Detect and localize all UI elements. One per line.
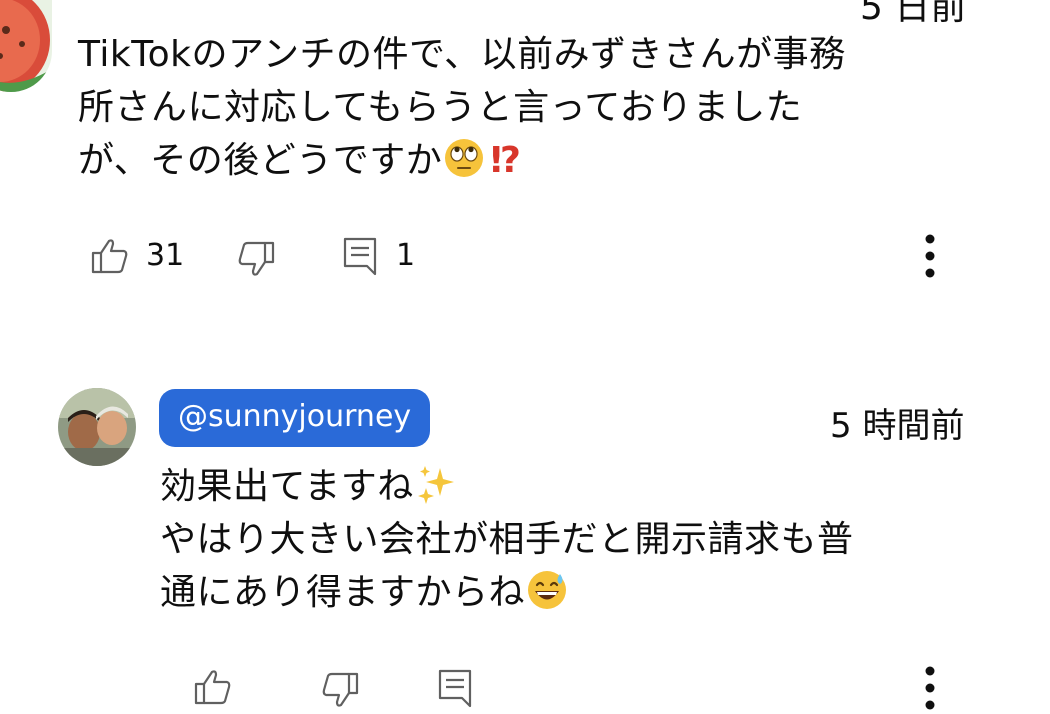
comment-text: TikTokのアンチの件で、以前みずきさんが事務 所さんに対応してもらうと言って… — [78, 28, 998, 187]
svg-text:?: ? — [500, 140, 521, 178]
interrobang-emoji: !? — [488, 140, 521, 178]
reply-text: 効果出てますね やはり大きい会社が相手だと開示請求も普 通にあり得ますからね — [160, 460, 1020, 619]
thumbs-down-icon[interactable] — [236, 240, 276, 278]
comment-line: が、その後どうですか!? — [78, 134, 998, 187]
rolling-eyes-emoji — [445, 139, 484, 177]
reply-line: 通にあり得ますからね — [160, 566, 1020, 619]
reply-line-text: 通にあり得ますからね — [160, 572, 526, 613]
comment-timestamp: 5 日前 — [860, 0, 967, 28]
more-vert-icon[interactable] — [921, 664, 939, 712]
reply-line: 効果出てますね — [160, 460, 1020, 513]
thumbs-up-icon[interactable] — [90, 237, 130, 275]
comment-line: TikTokのアンチの件で、以前みずきさんが事務 — [78, 34, 846, 75]
more-vert-icon[interactable] — [921, 232, 939, 280]
reply-icon[interactable] — [437, 668, 473, 708]
commenter-handle-chip[interactable]: @sunnyjourney — [159, 389, 431, 447]
reply-count: 1 — [396, 238, 416, 273]
comment-line-text: が、その後どうですか — [78, 140, 443, 181]
reply-timestamp: 5 時間前 — [830, 406, 965, 446]
thumbs-down-icon[interactable] — [320, 671, 360, 709]
thumbs-up-icon[interactable] — [193, 668, 233, 706]
reply-avatar[interactable] — [58, 388, 136, 466]
reply-line-text: 効果出てますね — [160, 466, 414, 507]
sparkles-emoji — [417, 466, 454, 504]
reply-line: やはり大きい会社が相手だと開示請求も普 — [160, 519, 854, 560]
reply-icon[interactable] — [342, 236, 378, 276]
like-count: 31 — [146, 238, 185, 273]
grinning-sweat-emoji — [528, 571, 567, 609]
commenter-avatar[interactable] — [0, 0, 52, 92]
comment-line: 所さんに対応してもらうと言っておりました — [78, 87, 803, 128]
